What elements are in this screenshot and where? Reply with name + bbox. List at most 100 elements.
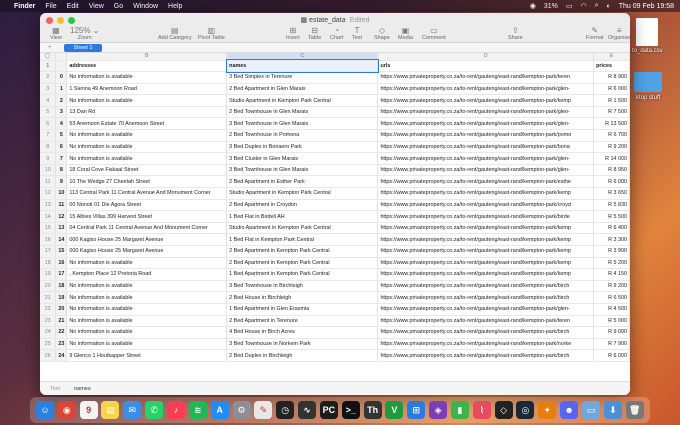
row-index-cell[interactable]: 0: [55, 71, 68, 84]
column-header-index[interactable]: [55, 53, 68, 61]
name-cell[interactable]: 1 Bed Flat in Kempton Park Central: [226, 233, 379, 246]
toolbar-shape-button[interactable]: ◇ Shape: [374, 27, 390, 42]
price-cell[interactable]: R 8 950: [593, 164, 630, 177]
battery-icon[interactable]: ▭: [566, 2, 573, 10]
desktop-folder-icon[interactable]: [634, 72, 662, 92]
control-center-icon[interactable]: ◐: [607, 3, 611, 10]
url-cell[interactable]: https://www.privateproperty.co.za/to-ren…: [377, 233, 595, 246]
address-cell[interactable]: 000 Kagiso House 25 Margaret Avenue: [66, 233, 228, 246]
address-cell[interactable]: 13 Dan Rd: [66, 106, 228, 119]
name-cell[interactable]: 3 Bed Townhouse in Glen Marais: [226, 164, 379, 177]
name-cell[interactable]: 3 Bed Duplex in Bonaero Park: [226, 141, 379, 154]
row-number[interactable]: 3: [40, 83, 57, 96]
row-number[interactable]: 2: [40, 71, 57, 84]
name-cell[interactable]: Studio Apartment in Kempton Park Central: [226, 187, 379, 200]
row-number[interactable]: 26: [40, 349, 57, 362]
toolbar-zoom-button[interactable]: 125% ⌄ Zoom: [70, 27, 99, 42]
discord-icon[interactable]: ☻: [560, 401, 579, 419]
downloads-icon[interactable]: ⬇: [603, 401, 622, 419]
toolbar-comment-button[interactable]: ▭ Comment: [422, 27, 446, 42]
address-cell[interactable]: No information is available: [66, 152, 228, 165]
url-cell[interactable]: https://www.privateproperty.co.za/to-ren…: [377, 106, 595, 119]
vstudio-icon[interactable]: ◈: [429, 401, 448, 419]
price-cell[interactable]: R 9 200: [593, 141, 630, 154]
address-cell[interactable]: 00 Nonoti 01 Die Agora Street: [66, 199, 228, 212]
name-cell[interactable]: 2 Bed Apartment in Kempton Park Central: [226, 245, 379, 258]
row-number[interactable]: 15: [40, 222, 57, 235]
vim-icon[interactable]: V: [385, 401, 404, 419]
address-cell[interactable]: No information is available: [66, 280, 228, 293]
row-index-cell[interactable]: 1: [55, 83, 68, 96]
row-index-cell[interactable]: 9: [55, 175, 68, 189]
url-cell[interactable]: https://www.privateproperty.co.za/to-ren…: [377, 187, 595, 200]
whatsapp-icon[interactable]: ✆: [145, 401, 164, 419]
tab-sheet-1[interactable]: Sheet 1: [63, 43, 103, 52]
address-cell[interactable]: No information is available: [66, 71, 228, 84]
row-number[interactable]: 12: [40, 187, 57, 200]
price-cell[interactable]: R 3 650: [593, 187, 630, 200]
row-number[interactable]: 4: [40, 94, 57, 107]
row-index-cell[interactable]: 10: [55, 187, 68, 200]
price-cell[interactable]: R 4 150: [593, 268, 630, 281]
price-cell[interactable]: R 6 000: [593, 175, 630, 189]
menu-view[interactable]: View: [89, 3, 104, 10]
price-cell[interactable]: R 6 000: [593, 83, 630, 96]
row-number[interactable]: 20: [40, 280, 57, 293]
toolbar-view-button[interactable]: ▦ View: [50, 27, 62, 42]
name-cell[interactable]: 2 Bed Apartment in Terenure: [226, 315, 379, 328]
url-cell[interactable]: https://www.privateproperty.co.za/to-ren…: [377, 199, 595, 212]
url-cell[interactable]: https://www.privateproperty.co.za/to-ren…: [377, 257, 595, 270]
desktop-csv-file-icon[interactable]: [636, 18, 658, 46]
clock-icon[interactable]: ◷: [276, 401, 295, 419]
row-number[interactable]: 9: [40, 152, 57, 165]
url-cell[interactable]: https://www.privateproperty.co.za/to-ren…: [377, 326, 595, 339]
url-cell[interactable]: https://www.privateproperty.co.za/to-ren…: [377, 141, 595, 154]
row-number[interactable]: 24: [40, 326, 57, 339]
row-index-cell[interactable]: 7: [55, 152, 68, 165]
url-cell[interactable]: https://www.privateproperty.co.za/to-ren…: [377, 280, 595, 293]
address-cell[interactable]: 04 Central Park 11 Central Avenue And Mo…: [66, 222, 228, 235]
row-number[interactable]: 8: [40, 141, 57, 154]
row-index-cell[interactable]: 14: [55, 233, 68, 246]
address-cell[interactable]: 113 Central Park 11 Central Avenue And M…: [66, 187, 228, 200]
name-cell[interactable]: Studio Apartment in Kempton Park Central: [226, 222, 379, 235]
toolbar-share-button[interactable]: ⇪ Share: [508, 27, 523, 42]
url-cell[interactable]: https://www.privateproperty.co.za/to-ren…: [377, 349, 595, 362]
price-cell[interactable]: R 3 300: [593, 233, 630, 246]
cell-value-field[interactable]: names: [74, 386, 91, 392]
typora-icon[interactable]: Th: [363, 401, 382, 419]
price-cell[interactable]: R 13 500: [593, 117, 630, 131]
column-header-a[interactable]: B: [66, 53, 228, 61]
toolbar-pivot-table-button[interactable]: ▥ Pivot Table: [198, 27, 225, 42]
table-header-prices[interactable]: prices: [593, 60, 630, 73]
price-cell[interactable]: R 4 500: [593, 303, 630, 316]
name-cell[interactable]: 2 Bed Townhouse in Pomona: [226, 129, 379, 142]
address-cell[interactable]: No information is available: [66, 291, 228, 304]
name-cell[interactable]: 2 Bed Apartment in Kempton Park Central: [226, 257, 379, 270]
name-cell[interactable]: 2 Bed House in Birchleigh: [226, 291, 379, 304]
price-cell[interactable]: R 9 000: [593, 326, 630, 339]
url-cell[interactable]: https://www.privateproperty.co.za/to-ren…: [377, 175, 595, 189]
url-cell[interactable]: https://www.privateproperty.co.za/to-ren…: [377, 152, 595, 165]
name-cell[interactable]: 4 Bed House in Birch Acres: [226, 326, 379, 339]
row-index-cell[interactable]: 4: [55, 117, 68, 131]
row-index-cell[interactable]: 20: [55, 303, 68, 316]
activity-icon[interactable]: ∿: [298, 401, 317, 419]
wifi-icon[interactable]: ◠: [580, 2, 586, 10]
address-cell[interactable]: 18 Coral Cove Fiskaal Street: [66, 164, 228, 177]
price-cell[interactable]: R 6 700: [593, 129, 630, 142]
row-number[interactable]: 19: [40, 268, 57, 281]
name-cell[interactable]: Studio Apartment in Kempton Park Central: [226, 94, 379, 107]
toolbar-chart-button[interactable]: ◔ Chart: [330, 27, 343, 42]
url-cell[interactable]: https://www.privateproperty.co.za/to-ren…: [377, 222, 595, 235]
toolbar-text-button[interactable]: T Text: [352, 27, 362, 42]
row-index-cell[interactable]: 13: [55, 222, 68, 235]
price-cell[interactable]: R 5 830: [593, 199, 630, 212]
price-cell[interactable]: R 6 400: [593, 222, 630, 235]
url-cell[interactable]: https://www.privateproperty.co.za/to-ren…: [377, 94, 595, 107]
blender-icon[interactable]: ✦: [538, 401, 557, 419]
row-index-cell[interactable]: 21: [55, 315, 68, 328]
table-header-addresses[interactable]: addresses: [66, 60, 228, 73]
row-index-cell[interactable]: 3: [55, 106, 68, 119]
name-cell[interactable]: 2 Bed Apartment in Esther Park: [226, 175, 379, 189]
